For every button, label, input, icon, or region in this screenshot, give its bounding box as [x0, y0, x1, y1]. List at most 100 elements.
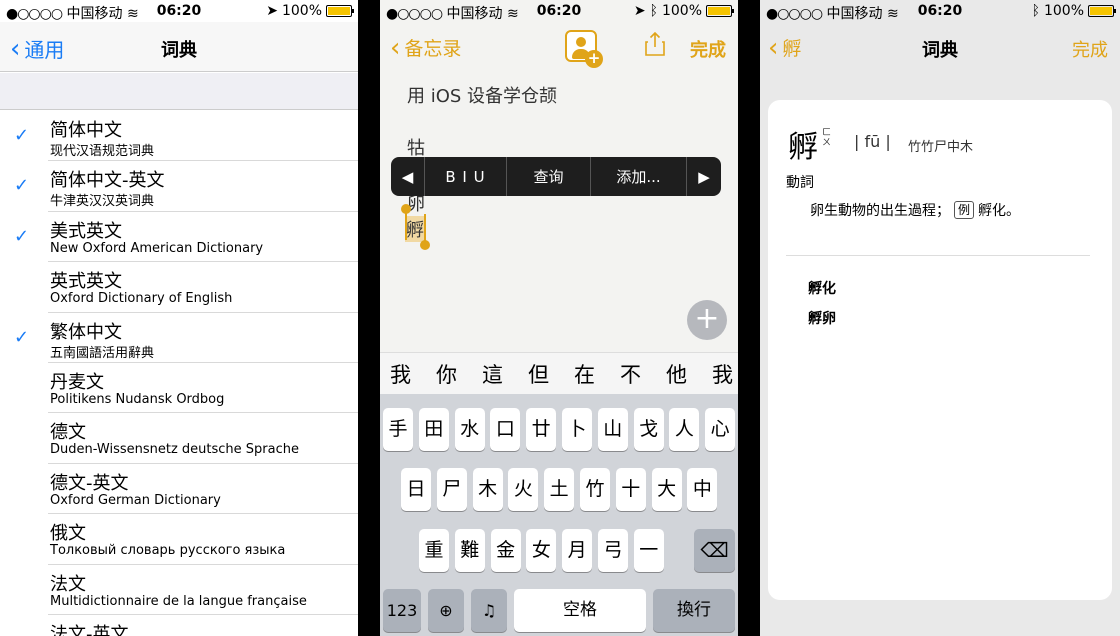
battery-icon	[706, 5, 734, 17]
part-of-speech: 動詞	[786, 175, 814, 191]
lookup-button[interactable]: 查询	[507, 157, 591, 196]
dictionary-row[interactable]: ✓ 简体中文 现代汉语规范词典	[14, 111, 358, 162]
checkmark-icon: ✓	[14, 125, 30, 146]
delete-key[interactable]: ⌫	[694, 529, 735, 572]
selected-text[interactable]: 孵	[405, 216, 425, 242]
key-row2[interactable]: 土	[544, 468, 575, 511]
key-row2[interactable]: 木	[472, 468, 503, 511]
key-row1[interactable]: 口	[490, 408, 521, 451]
key-row1[interactable]: 山	[597, 408, 628, 451]
note-text-line[interactable]: 用 iOS 设备学仓颉	[407, 82, 557, 108]
dictionary-row[interactable]: 丹麦文 Politikens Nudansk Ordbog	[48, 363, 358, 414]
key-row3[interactable]: 一	[633, 529, 664, 572]
section-header	[0, 73, 358, 110]
checkmark-icon: ✓	[14, 225, 30, 247]
candidate-char[interactable]: 在	[574, 359, 620, 389]
cangjie-keyboard: ⌫ 123 ⊕ ♫ 空格 換行 手田水口廿卜山戈人心日尸木火土竹十大中重難金女月…	[380, 394, 738, 636]
key-row3[interactable]: 金	[490, 529, 521, 572]
back-button[interactable]: ‹ 备忘录	[390, 34, 461, 61]
key-row1[interactable]: 水	[454, 408, 485, 451]
return-key[interactable]: 換行	[653, 589, 735, 632]
dictionary-row[interactable]: 法文 Multidictionnaire de la langue françai…	[48, 565, 358, 615]
dictionary-lookup-screen: ●○○○○ 中国移动 ≋ 06:20 ᛒ 100% ‹ 孵 词典 完成 孵 ㄈㄨ…	[760, 0, 1120, 636]
key-row2[interactable]: 日	[401, 468, 431, 511]
done-button[interactable]: 完成	[1072, 36, 1108, 62]
page-title: 词典	[161, 40, 197, 61]
space-key[interactable]: 空格	[514, 589, 646, 632]
key-row1[interactable]: 心	[705, 408, 736, 451]
key-row3[interactable]: 月	[562, 529, 593, 572]
dictionary-row[interactable]: ✓ 简体中文-英文 牛津英汉汉英词典	[14, 161, 358, 212]
related-word[interactable]: 孵化	[808, 278, 836, 298]
menu-prev-button[interactable]: ◀	[391, 157, 425, 196]
add-button[interactable]: 添加...	[591, 157, 687, 196]
key-row3[interactable]: 女	[526, 529, 557, 572]
key-row3[interactable]: 弓	[598, 529, 628, 572]
share-icon[interactable]	[645, 32, 665, 56]
battery-fill	[328, 7, 350, 15]
battery-icon	[326, 5, 354, 17]
key-row2[interactable]: 十	[615, 468, 646, 511]
key-row3[interactable]: 重	[419, 529, 449, 572]
dictionary-row[interactable]: 英式英文 Oxford Dictionary of English	[48, 262, 358, 313]
key-row1[interactable]: 手	[383, 408, 413, 451]
pinyin: | fū |	[854, 132, 891, 151]
dictionary-source: 五南國語活用辭典	[50, 345, 155, 361]
key-row1[interactable]: 卜	[562, 408, 592, 451]
format-button[interactable]: B I U	[425, 157, 507, 196]
cangjie-code: 竹竹尸中木	[908, 140, 974, 155]
dictionary-row[interactable]: 德文-英文 Oxford German Dictionary	[48, 464, 358, 515]
definition: 卵生動物的出生過程； 例 孵化。	[810, 200, 1020, 220]
headword: 孵	[788, 130, 818, 165]
done-button[interactable]: 完成	[690, 36, 726, 62]
key-row3[interactable]: 難	[454, 529, 485, 572]
candidate-char[interactable]: 這	[482, 359, 528, 389]
candidate-char[interactable]: 不	[620, 359, 666, 389]
related-word[interactable]: 孵卵	[808, 308, 836, 328]
key-row2[interactable]: 火	[508, 468, 539, 511]
key-row2[interactable]: 尸	[436, 468, 467, 511]
candidate-char[interactable]: 我	[712, 359, 738, 389]
key-row2[interactable]: 竹	[580, 468, 610, 511]
candidate-char[interactable]: 但	[528, 359, 574, 389]
key-row1[interactable]: 人	[669, 408, 700, 451]
candidate-char[interactable]: 你	[436, 359, 482, 389]
dictionary-language: 德文	[50, 422, 86, 444]
key-row2[interactable]: 大	[651, 468, 682, 511]
add-checklist-button[interactable]: +	[687, 300, 727, 340]
key-row2[interactable]: 中	[687, 468, 718, 511]
menu-next-button[interactable]: ▶	[687, 157, 721, 196]
selection-handle-start[interactable]	[401, 204, 411, 214]
dictionary-source: Oxford Dictionary of English	[50, 291, 233, 307]
add-person-icon[interactable]: +	[565, 30, 603, 68]
globe-key[interactable]: ⊕	[428, 589, 464, 632]
plus-badge-icon: +	[585, 50, 603, 68]
dictionary-row[interactable]: ✓ 美式英文 New Oxford American Dictionary	[14, 212, 358, 263]
status-right: ᛒ 100%	[1032, 3, 1116, 19]
status-bar: ●○○○○ 中国移动 ≋ 06:20 ᛒ 100%	[760, 0, 1120, 22]
numbers-key[interactable]: 123	[383, 589, 421, 632]
dictionary-language: 美式英文	[50, 220, 122, 242]
key-row1[interactable]: 廿	[526, 408, 557, 451]
mic-key[interactable]: ♫	[471, 589, 507, 632]
candidate-char[interactable]: 我	[390, 359, 436, 389]
dictionary-settings-screen: ●○○○○ 中国移动 ≋ 06:20 ➤ 100% ‹ 通用 词典 ✓ 简体中文现…	[0, 0, 358, 636]
battery-percent: 100%	[661, 3, 702, 19]
candidate-char[interactable]: 他	[666, 359, 712, 389]
dictionary-language: 法文	[50, 573, 86, 595]
dictionary-language: 简体中文-英文	[50, 170, 165, 192]
globe-icon: ⊕	[439, 601, 453, 620]
notes-editor-screen: ●○○○○ 中国移动 ≋ 06:20 ➤ ᛒ 100% ‹ 备忘录 + 完成 用…	[380, 0, 738, 636]
location-icon: ➤	[266, 3, 278, 19]
dictionary-row[interactable]: ✓ 繁体中文 五南國語活用辭典	[14, 313, 358, 363]
dictionary-row[interactable]: 俄文 Толковый словарь русского языка	[48, 514, 358, 565]
dictionary-entry-card: 孵 ㄈㄨ | fū | 竹竹尸中木 動詞 卵生動物的出生過程； 例 孵化。 孵化…	[768, 100, 1112, 600]
status-bar: ●○○○○ 中国移动 ≋ 06:20 ➤ 100%	[0, 0, 358, 22]
key-row1[interactable]: 田	[418, 408, 449, 451]
dictionary-row[interactable]: 法文-英文	[48, 615, 358, 636]
checkmark-icon: ✓	[14, 175, 30, 197]
dictionary-language: 丹麦文	[50, 371, 104, 393]
key-row1[interactable]: 戈	[633, 408, 664, 451]
dictionary-row[interactable]: 德文 Duden-Wissensnetz deutsche Sprache	[48, 413, 358, 464]
selection-handle-end[interactable]	[420, 240, 430, 250]
